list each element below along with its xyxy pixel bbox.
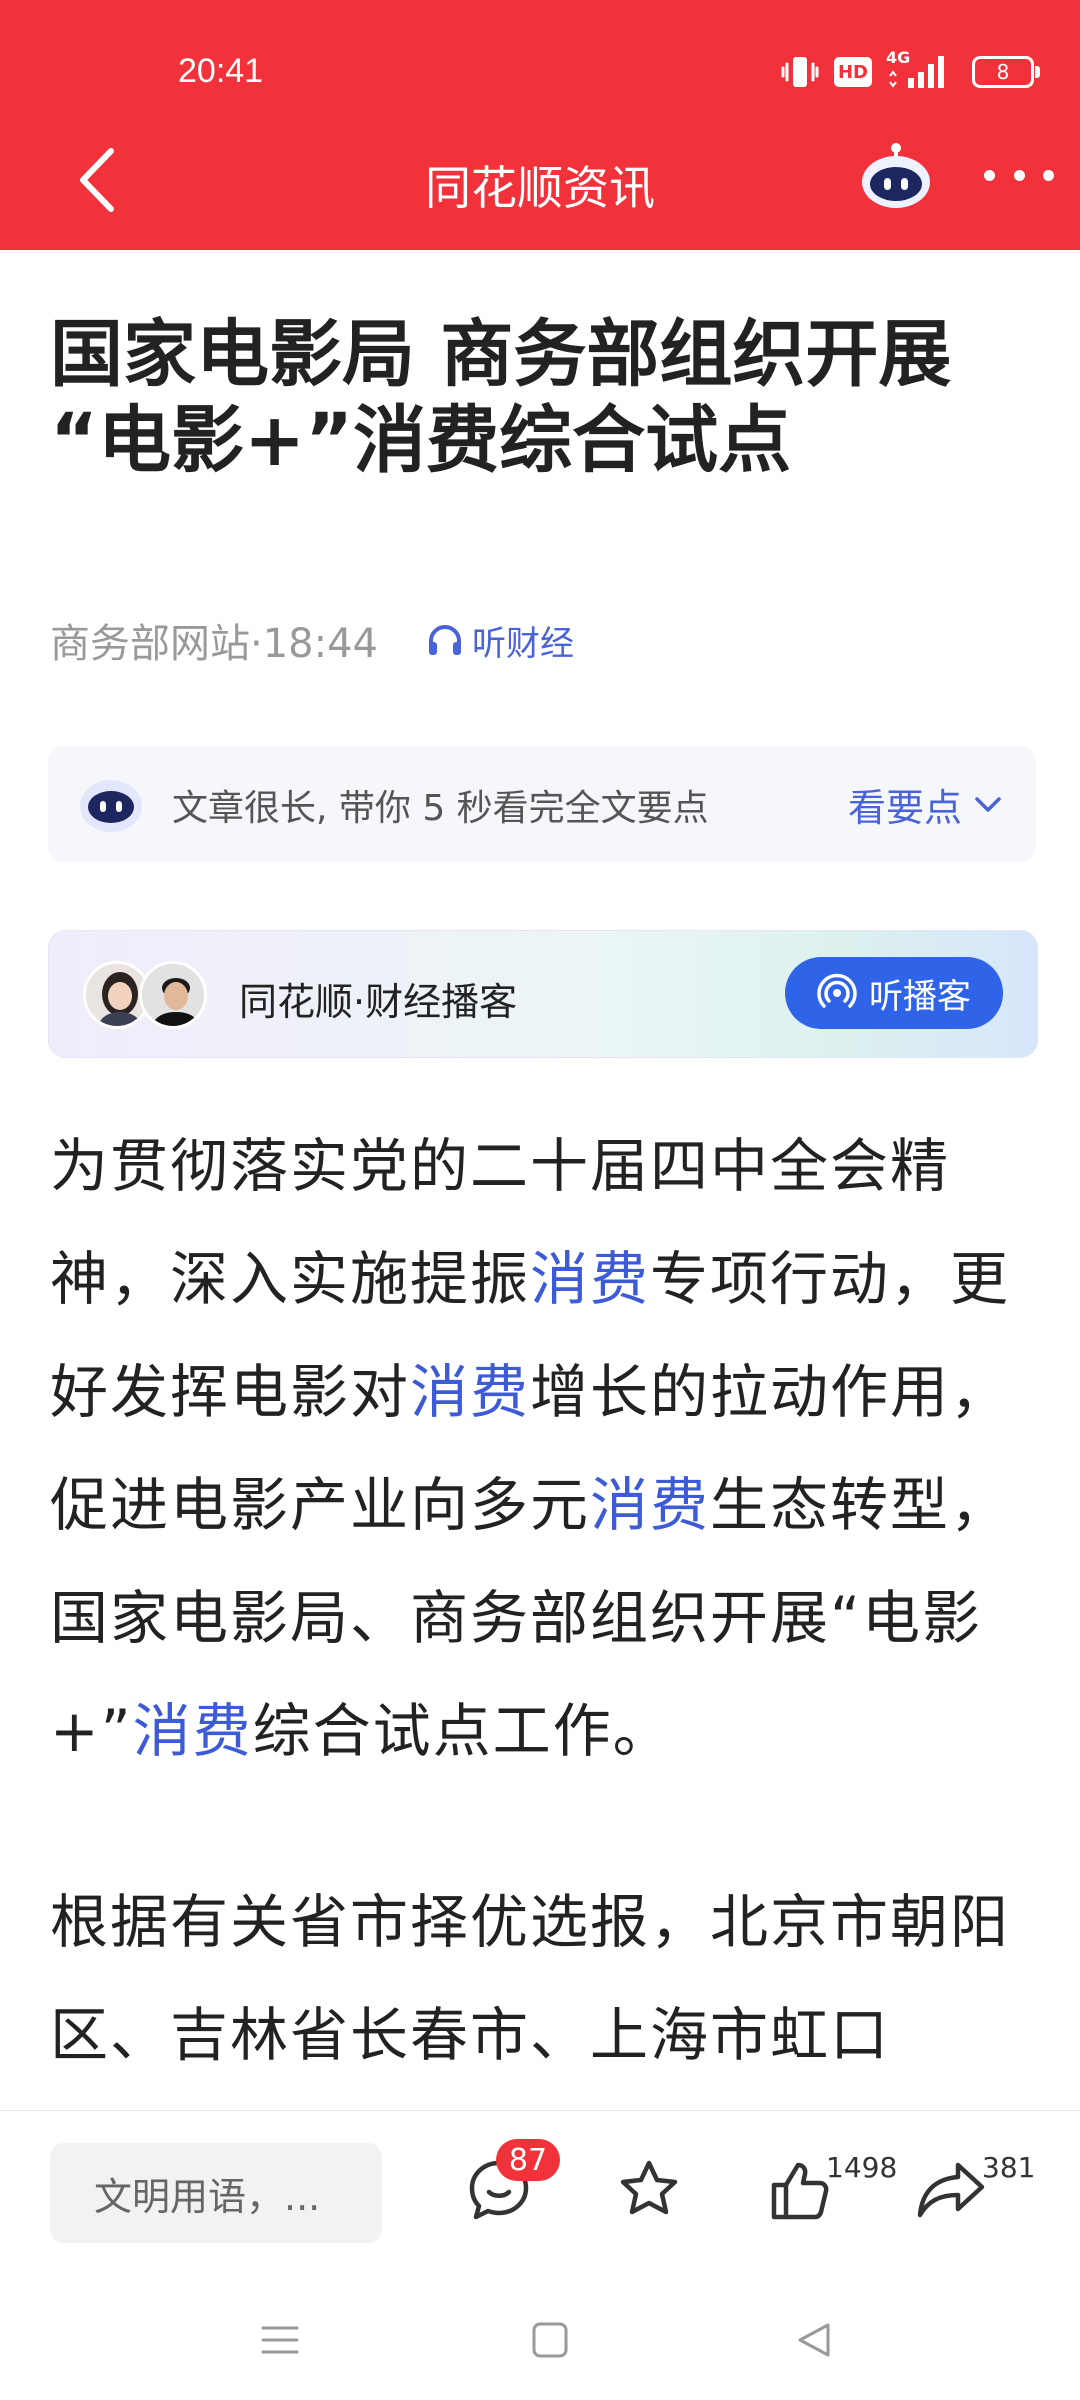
system-nav-bar [0, 2270, 1080, 2400]
headline-line-1: 国家电影局 商务部组织开展 [50, 312, 952, 397]
bottom-action-bar: 文明用语，... 87 1498 381 [0, 2110, 1080, 2270]
robot-assistant-icon [862, 143, 930, 208]
signal-4g-icon: 4G [886, 48, 950, 92]
host-avatars [83, 961, 209, 1029]
podcast-banner[interactable]: 同花顺·财经播客 听播客 [48, 930, 1038, 1058]
more-dot [984, 169, 995, 181]
status-time: 20:41 [178, 52, 264, 90]
summary-banner[interactable]: 文章很长, 带你 5 秒看完全文要点 看要点 [48, 746, 1036, 862]
app-header: 20:41 HD 4G 8 同花顺资讯 [0, 0, 1080, 250]
hd-icon: HD [834, 57, 872, 87]
favorite-button[interactable] [612, 2153, 686, 2227]
back-triangle-icon [798, 2323, 830, 2357]
article-source-time: 商务部网站·18:44 [50, 621, 378, 667]
podcast-title: 同花顺·财经播客 [239, 980, 518, 1024]
status-icons: HD 4G 8 [780, 48, 1040, 94]
status-bar: 20:41 HD 4G 8 [0, 0, 1080, 140]
paragraph-2: 根据有关省市择优选报，北京市朝阳区、吉林省长春市、上海市虹口 [50, 1888, 1011, 2069]
more-dot [1013, 169, 1025, 181]
comment-count-badge: 87 [496, 2139, 560, 2181]
listen-podcast-label: 听播客 [869, 976, 971, 1017]
podcast-broadcast-icon [817, 973, 857, 1008]
headline-line-2: “电影+”消费综合试点 [50, 398, 792, 483]
chevron-down-icon [975, 796, 1001, 812]
assistant-button[interactable] [860, 140, 932, 212]
paragraph-1: 为贯彻落实党的二十届四中全会精神，深入实施提振消费专项行动，更好发挥电影对消费增… [50, 1110, 1040, 1788]
menu-icon [261, 2326, 299, 2354]
share-count: 381 [982, 2151, 1036, 2184]
summary-text: 文章很长, 带你 5 秒看完全文要点 [172, 788, 709, 829]
robot-icon [80, 780, 142, 832]
listen-finance-label: 听财经 [472, 623, 574, 664]
headphones-icon [429, 625, 461, 655]
article-headline: 国家电影局 商务部组织开展 “电影+”消费综合试点 [50, 312, 1040, 484]
comment-placeholder: 文明用语，... [94, 2174, 321, 2219]
text-span: 综合试点工作。 [252, 1697, 673, 1765]
article-meta: 商务部网站·18:44 听财经 [50, 610, 574, 670]
title-bar: 同花顺资讯 [0, 140, 1080, 250]
view-key-points-label: 看要点 [847, 786, 962, 830]
hd-label: HD [837, 61, 868, 83]
more-dot [1043, 169, 1054, 181]
keyword-link-consumption[interactable]: 消费 [530, 1245, 650, 1313]
article-body: 为贯彻落实党的二十届四中全会精神，深入实施提振消费专项行动，更好发挥电影对消费增… [50, 1110, 1040, 2170]
share-button[interactable] [914, 2153, 988, 2227]
view-key-points-button[interactable]: 看要点 [848, 777, 1002, 832]
vibrate-icon [781, 57, 819, 87]
share-arrow-icon [917, 2162, 985, 2218]
keyword-link-consumption[interactable]: 消费 [410, 1358, 530, 1426]
star-icon [620, 2160, 678, 2215]
keyword-link-consumption[interactable]: 消费 [590, 1471, 710, 1539]
keyword-link-consumption[interactable]: 消费 [133, 1697, 253, 1765]
listen-podcast-button[interactable]: 听播客 [785, 957, 1003, 1029]
nav-menu-button[interactable] [250, 2310, 310, 2370]
nav-home-button[interactable] [520, 2310, 580, 2370]
home-square-icon [532, 2322, 568, 2358]
host-avatar-male [139, 961, 207, 1029]
nav-back-button[interactable] [784, 2310, 844, 2370]
like-count: 1498 [826, 2151, 898, 2184]
battery-level: 8 [996, 60, 1010, 84]
comment-input[interactable]: 文明用语，... [50, 2143, 382, 2243]
more-button[interactable] [984, 150, 1054, 200]
listen-finance-button[interactable]: 听财经 [426, 616, 574, 665]
battery-icon: 8 [972, 56, 1040, 88]
